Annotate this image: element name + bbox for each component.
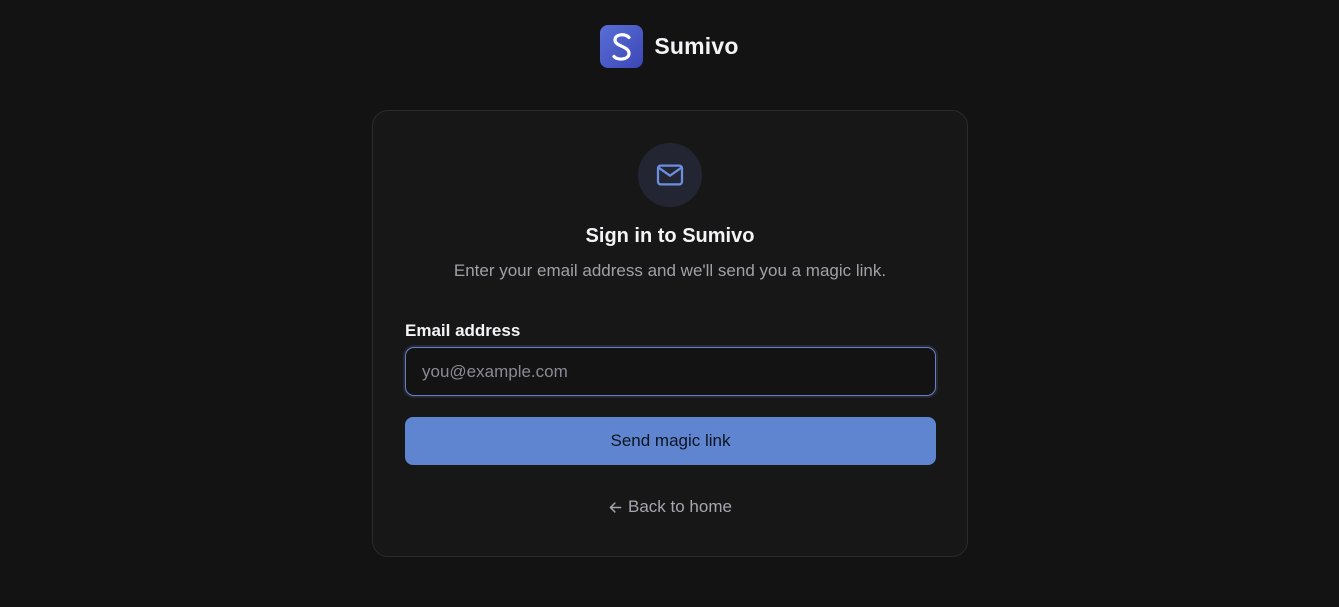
- send-magic-link-button[interactable]: Send magic link: [405, 417, 936, 465]
- back-to-home-label: Back to home: [628, 497, 732, 516]
- sign-in-card: Sign in to Sumivo Enter your email addre…: [372, 110, 968, 557]
- back-to-home-link[interactable]: Back to home: [373, 497, 967, 517]
- email-input[interactable]: [405, 347, 936, 396]
- email-label: Email address: [405, 321, 521, 340]
- mail-icon-badge: [638, 143, 702, 207]
- card-subtitle: Enter your email address and we'll send …: [453, 261, 887, 280]
- brand-header: Sumivo: [0, 25, 1339, 68]
- card-title: Sign in to Sumivo: [585, 225, 755, 247]
- sign-in-page: Sumivo Sign in to Sumivo Enter your emai…: [0, 0, 1339, 607]
- brand-logo-icon: [600, 25, 644, 68]
- arrow-left-icon: [609, 501, 622, 513]
- mail-icon: [656, 164, 684, 186]
- brand-name: Sumivo: [654, 33, 739, 59]
